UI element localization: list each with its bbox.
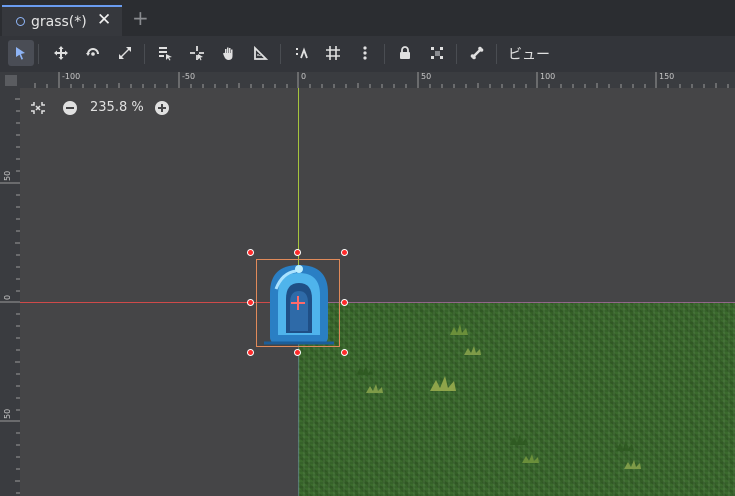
ruler-left-ticks	[0, 98, 20, 494]
zoom-out-icon[interactable]	[62, 100, 78, 116]
grass-tuft	[464, 346, 481, 355]
grass-tuft	[616, 440, 634, 451]
grass-tuft	[522, 454, 539, 463]
kebab-menu-icon	[363, 46, 367, 60]
editor-toolbar: ビュー	[0, 36, 735, 72]
node2d-icon	[16, 17, 25, 26]
resize-handle-bottom[interactable]	[294, 349, 301, 356]
bone-icon	[470, 46, 484, 60]
ruler-top-label: 50	[421, 72, 432, 81]
group-button[interactable]	[424, 40, 450, 66]
ruler-left-label: 0	[3, 294, 12, 300]
x-axis-line-right	[298, 302, 735, 303]
lock-button[interactable]	[392, 40, 418, 66]
scene-tab-bar: grass(*) ✕ +	[0, 0, 735, 36]
grass-tuft	[510, 434, 528, 445]
resize-handle-top-left[interactable]	[247, 249, 254, 256]
add-tab-icon[interactable]: +	[132, 7, 149, 29]
ruler-top: -100 -50 0 50 100 150	[20, 72, 735, 88]
ruler-top-label: -50	[182, 72, 196, 81]
pivot-cross-icon[interactable]	[290, 295, 306, 311]
scale-icon	[119, 47, 131, 59]
select-tool-button[interactable]	[8, 40, 34, 66]
grass-tuft	[450, 324, 468, 335]
tab-label: grass(*)	[31, 13, 87, 30]
ruler-icon	[254, 45, 269, 60]
zoom-reset-icon[interactable]	[30, 100, 46, 116]
resize-handle-top[interactable]	[294, 249, 301, 256]
ruler-tool-button[interactable]	[248, 40, 274, 66]
ruler-left: 50 0 50	[0, 88, 20, 496]
smart-snap-icon	[296, 47, 308, 59]
toolbar-separator	[144, 44, 145, 64]
pivot-tool-button[interactable]	[184, 40, 210, 66]
ruler-top-label: 100	[540, 72, 556, 81]
grid-snap-icon	[326, 46, 340, 60]
ruler-left-label: 50	[3, 170, 12, 181]
toolbar-separator	[38, 44, 39, 64]
tab-grass[interactable]: grass(*) ✕	[2, 5, 122, 36]
pan-tool-button[interactable]	[216, 40, 242, 66]
pivot-icon	[190, 46, 204, 61]
grass-tuft	[356, 366, 373, 375]
close-icon[interactable]: ✕	[97, 10, 111, 30]
snap-options-button[interactable]	[352, 40, 378, 66]
toolbar-separator	[384, 44, 385, 64]
select-arrow-icon	[16, 47, 25, 60]
move-tool-button[interactable]	[48, 40, 74, 66]
group-icon	[431, 47, 443, 59]
canvas-viewport[interactable]: 235.8 %	[20, 88, 735, 496]
list-select-tool-button[interactable]	[152, 40, 178, 66]
move-icon	[54, 46, 68, 60]
zoom-in-icon[interactable]	[154, 100, 170, 116]
resize-handle-right[interactable]	[341, 299, 348, 306]
grass-tuft	[624, 460, 641, 469]
ruler-top-label: -100	[62, 72, 81, 81]
zoom-level[interactable]: 235.8 %	[90, 100, 144, 115]
grass-tilemap	[298, 302, 735, 496]
view-menu[interactable]: ビュー	[508, 44, 550, 64]
lock-icon	[400, 46, 410, 59]
list-select-icon	[159, 47, 172, 61]
grass-tuft	[366, 384, 383, 393]
scale-tool-button[interactable]	[112, 40, 138, 66]
rotate-tool-button[interactable]	[80, 40, 106, 66]
toolbar-separator	[456, 44, 457, 64]
skeleton-button[interactable]	[464, 40, 490, 66]
ruler-corner	[0, 72, 20, 88]
toolbar-separator	[496, 44, 497, 64]
ruler-top-ticks	[34, 72, 729, 88]
ruler-top-label: 0	[301, 72, 307, 81]
hand-icon	[223, 47, 233, 60]
ruler-left-label: 50	[3, 408, 12, 419]
resize-handle-bottom-right[interactable]	[341, 349, 348, 356]
resize-handle-bottom-left[interactable]	[247, 349, 254, 356]
resize-handle-top-right[interactable]	[341, 249, 348, 256]
grid-snap-button[interactable]	[320, 40, 346, 66]
ruler-top-label: 150	[659, 72, 675, 81]
toolbar-separator	[280, 44, 281, 64]
smart-snap-button[interactable]	[288, 40, 314, 66]
grass-tuft	[430, 376, 456, 391]
resize-handle-left[interactable]	[247, 299, 254, 306]
rotate-icon	[86, 48, 99, 56]
